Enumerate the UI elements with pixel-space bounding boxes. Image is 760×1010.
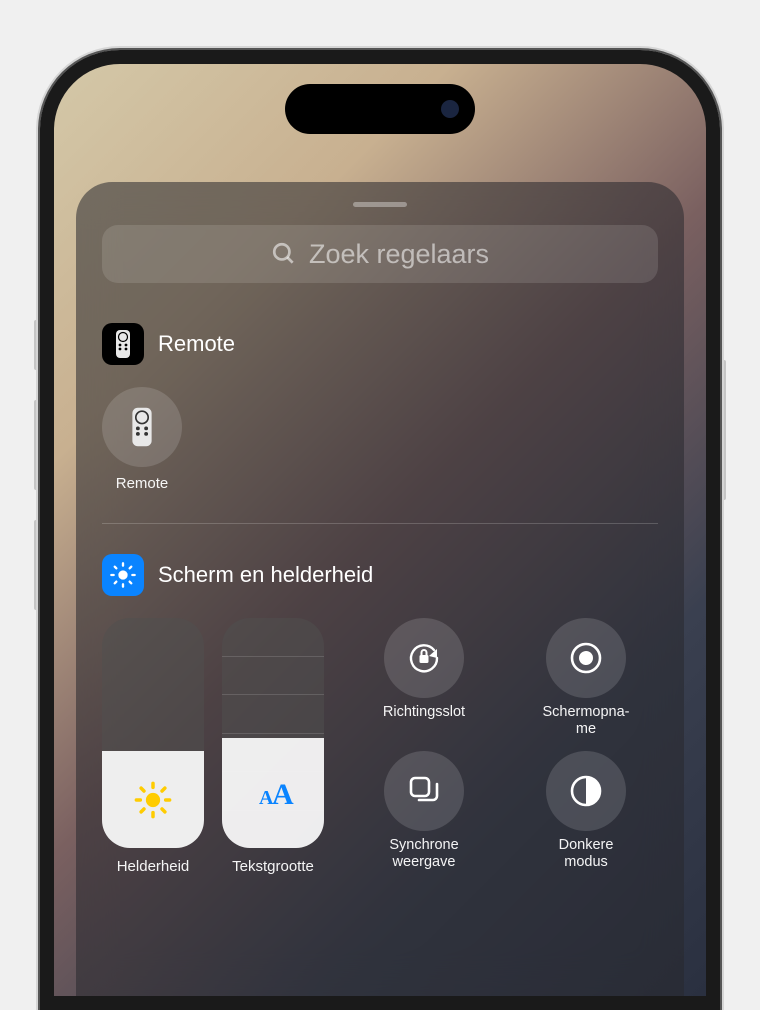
screen-mirror-icon xyxy=(405,772,443,810)
text-size-slider[interactable]: A A xyxy=(222,618,324,848)
search-icon xyxy=(271,241,297,267)
section-title-display: Scherm en helderheid xyxy=(158,562,373,588)
remote-icon xyxy=(131,405,153,449)
section-header-remote: Remote xyxy=(102,323,658,365)
section-header-display: Scherm en helderheid xyxy=(102,554,658,596)
brightness-label: Helderheid xyxy=(117,858,190,876)
sun-icon xyxy=(134,781,172,819)
rotation-lock-icon xyxy=(404,638,444,678)
section-title-remote: Remote xyxy=(158,331,235,357)
rotation-lock-label: Richtingsslot xyxy=(383,704,465,721)
screen-record-button[interactable]: Schermopna- me xyxy=(514,618,658,743)
text-size-label: Tekstgrootte xyxy=(232,858,314,876)
screen-mirror-button[interactable]: Synchrone weergave xyxy=(352,751,496,876)
rotation-lock-button[interactable]: Richtingsslot xyxy=(352,618,496,743)
brightness-slider[interactable] xyxy=(102,618,204,848)
dark-mode-icon xyxy=(568,773,604,809)
phone-frame: Zoek regelaars Remote xyxy=(40,50,720,1010)
svg-text:A: A xyxy=(272,778,294,810)
screen-mirror-label: Synchrone weergave xyxy=(389,837,458,870)
display-section-icon xyxy=(102,554,144,596)
screen-record-label: Schermopna- me xyxy=(542,704,629,737)
text-size-icon: A A xyxy=(248,776,298,810)
record-icon xyxy=(566,638,606,678)
section-divider xyxy=(102,523,658,524)
grabber-handle[interactable] xyxy=(353,202,407,207)
control-center-panel: Zoek regelaars Remote xyxy=(76,182,684,996)
search-placeholder: Zoek regelaars xyxy=(309,239,489,270)
control-remote-label: Remote xyxy=(116,475,169,493)
dark-mode-label: Donkere modus xyxy=(559,837,614,870)
dynamic-island xyxy=(285,84,475,134)
phone-side-button-right xyxy=(722,360,726,500)
dark-mode-button[interactable]: Donkere modus xyxy=(514,751,658,876)
remote-section-icon xyxy=(102,323,144,365)
control-remote[interactable]: Remote xyxy=(102,387,182,493)
phone-side-buttons-left xyxy=(34,320,38,640)
search-controls-input[interactable]: Zoek regelaars xyxy=(102,225,658,283)
